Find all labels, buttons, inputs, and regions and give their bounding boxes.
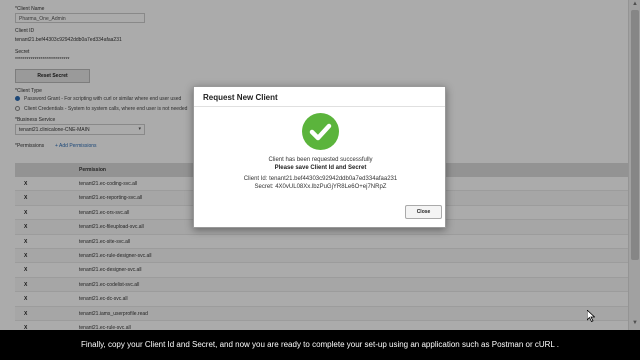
- video-caption: Finally, copy your Client Id and Secret,…: [0, 330, 640, 360]
- save-instruction: Please save Client Id and Secret: [274, 165, 367, 171]
- request-new-client-dialog: Request New Client Client has been reque…: [193, 86, 446, 228]
- client-id-result: Client Id: tenant21.bef44303c92942ddb0a7…: [243, 176, 398, 182]
- dialog-title: Request New Client: [194, 87, 445, 107]
- mouse-cursor-icon: [586, 309, 596, 327]
- close-button[interactable]: Close: [405, 205, 442, 219]
- success-message: Client has been requested successfully: [268, 157, 373, 163]
- secret-result: Secret: 4X0vUL08Xx.lbzPuGjYR8Le6O+ej7NRp…: [254, 184, 387, 190]
- check-circle-icon: [302, 113, 339, 150]
